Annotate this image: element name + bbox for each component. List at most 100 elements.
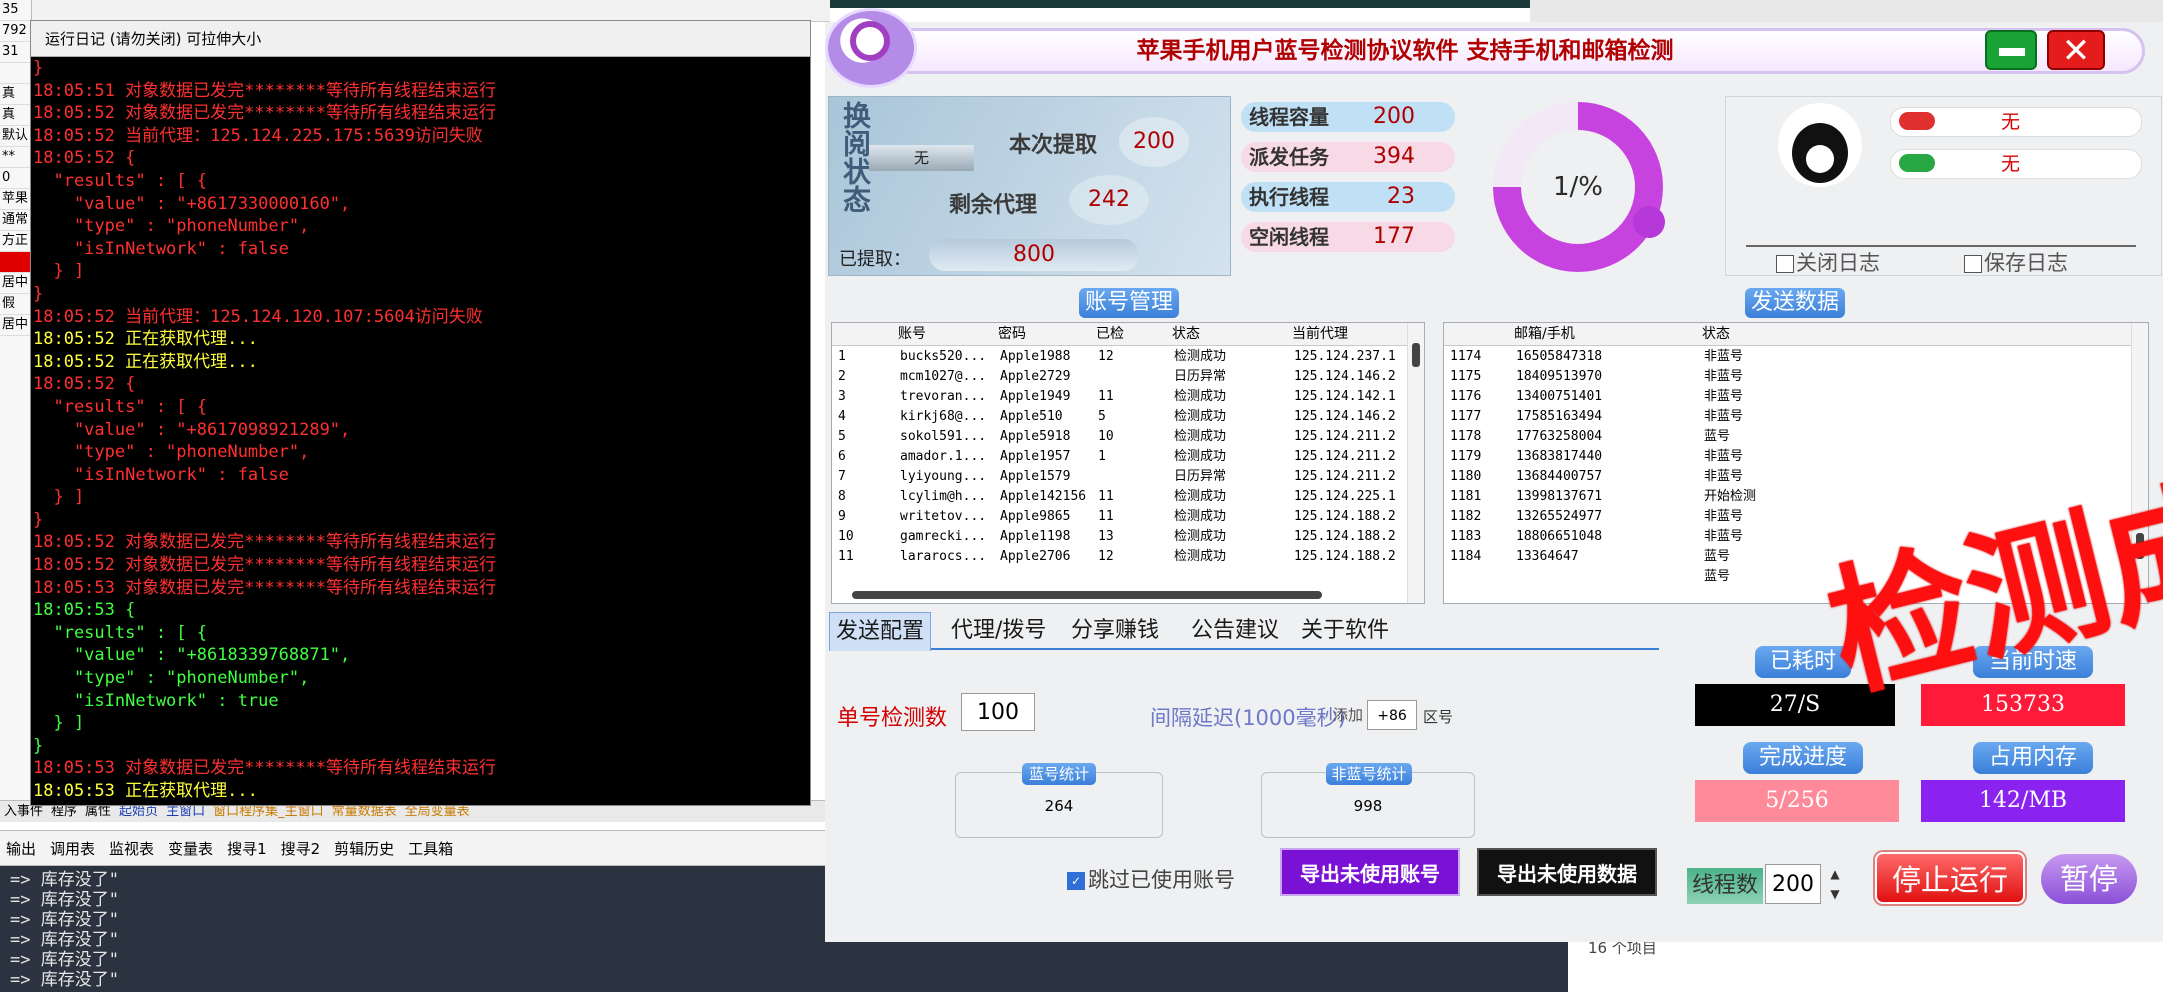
send-table-header: 邮箱/手机 状态 bbox=[1444, 323, 2132, 346]
table-row[interactable]: 2 mcm1027@... Apple2729 日历异常 125.124.146.2 bbox=[832, 367, 1408, 387]
account-table-header: 账号 密码 已检 状态 当前代理 bbox=[832, 323, 1408, 346]
skip-used-checkbox[interactable]: ✓ 跳过已使用账号 bbox=[1067, 864, 1267, 894]
table-cell: 非蓝号 bbox=[1704, 389, 1744, 404]
ide-toolbar-item[interactable]: 搜寻1 bbox=[227, 838, 267, 859]
user-row-value: 无 bbox=[2001, 111, 2021, 133]
table-cell: 13998137671 bbox=[1516, 489, 1603, 504]
table-row[interactable]: 10 gamrecki... Apple1198 13 检测成功 125.124.188.… bbox=[832, 527, 1408, 547]
tab-2[interactable]: 分享赚钱 bbox=[1065, 612, 1165, 650]
log-line: } bbox=[33, 58, 44, 78]
tab-1[interactable]: 代理/拨号 bbox=[945, 612, 1052, 650]
close-button[interactable]: ✕ bbox=[2047, 30, 2105, 70]
table-cell: 非蓝号 bbox=[1704, 529, 1744, 544]
export-unused-accounts-button[interactable]: 导出未使用账号 bbox=[1280, 848, 1460, 896]
log-line: } ] bbox=[33, 261, 85, 282]
nonblue-stat-box: 非蓝号统计 998 bbox=[1261, 763, 1475, 838]
log-line: "results" : [ { bbox=[33, 396, 207, 417]
log-line: } ] bbox=[33, 487, 85, 508]
thread-stat-pill: 派发任务 394 bbox=[1241, 142, 1455, 172]
thread-stat-label: 派发任务 bbox=[1249, 145, 1329, 169]
export-unused-data-button[interactable]: 导出未使用数据 bbox=[1477, 848, 1657, 896]
table-cell: 11 bbox=[1098, 389, 1114, 404]
thread-count-label: 线程数 bbox=[1687, 868, 1763, 904]
thread-stat-label: 执行线程 bbox=[1249, 185, 1329, 209]
send-section-title: 发送数据 bbox=[1745, 288, 1845, 318]
stop-button[interactable]: 停止运行 bbox=[1875, 852, 2025, 904]
ide-toolbar-item[interactable]: 调用表 bbox=[50, 838, 95, 859]
table-cell: 10 bbox=[838, 529, 854, 544]
table-cell: Apple1579 bbox=[1000, 469, 1071, 484]
log-window[interactable]: 运行日记 (请勿关闭) 可拉伸大小 } 18:05:51 对象数据已发完*****… bbox=[30, 20, 811, 806]
table-row[interactable]: 11 lararocs... Apple2706 12 检测成功 125.124.188.… bbox=[832, 547, 1408, 567]
tab-0[interactable]: 发送配置 bbox=[829, 612, 932, 651]
log-body[interactable]: } 18:05:51 对象数据已发完********等待所有线程结束运行 18:05… bbox=[31, 57, 810, 807]
thread-stat-value: 394 bbox=[1373, 144, 1415, 169]
column-header[interactable]: 邮箱/手机 bbox=[1514, 323, 1575, 345]
account-table-hscroll[interactable] bbox=[852, 591, 1322, 599]
save-log-label: 保存日志 bbox=[1984, 251, 2068, 275]
table-row[interactable]: 1177 17585163494 非蓝号 bbox=[1444, 407, 2132, 427]
account-table-scrollbar[interactable] bbox=[1407, 323, 1424, 603]
app-header[interactable]: 苹果手机用户蓝号检测协议软件 支持手机和邮箱检测 ✕ bbox=[825, 8, 2163, 88]
table-row[interactable]: 1175 18409513970 非蓝号 bbox=[1444, 367, 2132, 387]
close-log-checkbox[interactable]: 关闭日志 bbox=[1776, 247, 1880, 277]
thread-stat-pill: 空闲线程 177 bbox=[1241, 222, 1455, 252]
ide-toolbar-item[interactable]: 变量表 bbox=[168, 838, 213, 859]
ide-top-dark-bar bbox=[830, 0, 1530, 8]
prefix-input[interactable]: +86 bbox=[1367, 700, 1417, 730]
column-header[interactable]: 账号 bbox=[898, 323, 926, 345]
ide-toolbar-item[interactable]: 输出 bbox=[6, 838, 36, 859]
single-check-input[interactable]: 100 bbox=[961, 693, 1035, 731]
property-cell: 35 bbox=[0, 0, 31, 21]
table-cell: 蓝号 bbox=[1704, 549, 1731, 564]
table-row[interactable]: 5 sokol591... Apple5918 10 检测成功 125.124.211.2 bbox=[832, 427, 1408, 447]
table-row[interactable]: 3 trevoran... Apple1949 11 检测成功 125.124.142.1 bbox=[832, 387, 1408, 407]
user-status-icon bbox=[1899, 112, 1935, 130]
ide-toolbar-item[interactable]: 搜寻2 bbox=[281, 838, 321, 859]
pause-button[interactable]: 暂停 bbox=[2041, 854, 2137, 904]
table-row[interactable]: 1180 13684400757 非蓝号 bbox=[1444, 467, 2132, 487]
table-cell: 125.124.188.2 bbox=[1294, 529, 1396, 544]
table-row[interactable]: 9 writetov... Apple9865 11 检测成功 125.124.188.2 bbox=[832, 507, 1408, 527]
tab-4[interactable]: 关于软件 bbox=[1295, 612, 1395, 650]
table-row[interactable]: 7 lyiyoung... Apple1579 日历异常 125.124.211.2 bbox=[832, 467, 1408, 487]
table-cell: Apple1988 bbox=[1000, 349, 1071, 364]
log-line: 18:05:53 { bbox=[33, 600, 136, 621]
table-cell: 蓝号 bbox=[1704, 429, 1731, 444]
column-header[interactable]: 状态 bbox=[1172, 323, 1200, 345]
scroll-thumb[interactable] bbox=[1412, 343, 1420, 367]
table-row[interactable]: 1179 13683817440 非蓝号 bbox=[1444, 447, 2132, 467]
table-row[interactable]: 6 amador.1... Apple1957 1 检测成功 125.124.211.2 bbox=[832, 447, 1408, 467]
table-cell: 8 bbox=[838, 489, 846, 504]
app-window: 苹果手机用户蓝号检测协议软件 支持手机和邮箱检测 ✕ 换阅状态 无 本次提取 2… bbox=[825, 8, 2163, 942]
thread-count-input[interactable]: 200 bbox=[1765, 864, 1821, 904]
table-row[interactable]: 4 kirkj68@... Apple510 5 检测成功 125.124.146.2 bbox=[832, 407, 1408, 427]
thread-count-stepper[interactable]: ▲ ▼ bbox=[1825, 864, 1845, 904]
table-row[interactable]: 1178 17763258004 蓝号 bbox=[1444, 427, 2132, 447]
save-log-checkbox[interactable]: 保存日志 bbox=[1964, 247, 2068, 277]
table-cell: 11 bbox=[838, 549, 854, 564]
property-cell: 默认 bbox=[0, 126, 31, 147]
table-row[interactable]: 1 bucks520... Apple1988 12 检测成功 125.124.237.1 bbox=[832, 347, 1408, 367]
ide-toolbar-item[interactable]: 工具箱 bbox=[408, 838, 453, 859]
table-cell: 1179 bbox=[1450, 449, 1482, 464]
user-row-value: 无 bbox=[2001, 153, 2021, 175]
account-table[interactable]: 账号 密码 已检 状态 当前代理 1 bucks520... Apple1988 12 检测成功… bbox=[831, 322, 1425, 604]
minimize-button[interactable] bbox=[1985, 30, 2037, 70]
column-header[interactable]: 状态 bbox=[1702, 323, 1730, 345]
avatar bbox=[1778, 103, 1862, 187]
table-row[interactable]: 1181 13998137671 开始检测 bbox=[1444, 487, 2132, 507]
ide-toolbar-item[interactable]: 监视表 bbox=[109, 838, 154, 859]
column-header[interactable]: 已检 bbox=[1096, 323, 1124, 345]
tab-3[interactable]: 公告建议 bbox=[1185, 612, 1285, 650]
ide-toolbar-item[interactable]: 剪辑历史 bbox=[334, 838, 394, 859]
column-header[interactable]: 密码 bbox=[998, 323, 1026, 345]
table-cell: 非蓝号 bbox=[1704, 449, 1744, 464]
table-row[interactable]: 1176 13400751401 非蓝号 bbox=[1444, 387, 2132, 407]
table-row[interactable]: 1174 16505847318 非蓝号 bbox=[1444, 347, 2132, 367]
table-cell: 18806651048 bbox=[1516, 529, 1603, 544]
table-row[interactable]: 8 lcylim@h... Apple142156 11 检测成功 125.124.225… bbox=[832, 487, 1408, 507]
log-window-title[interactable]: 运行日记 (请勿关闭) 可拉伸大小 bbox=[31, 21, 810, 57]
log-line: "isInNetwork" : false bbox=[33, 238, 289, 259]
column-header[interactable]: 当前代理 bbox=[1292, 323, 1348, 345]
